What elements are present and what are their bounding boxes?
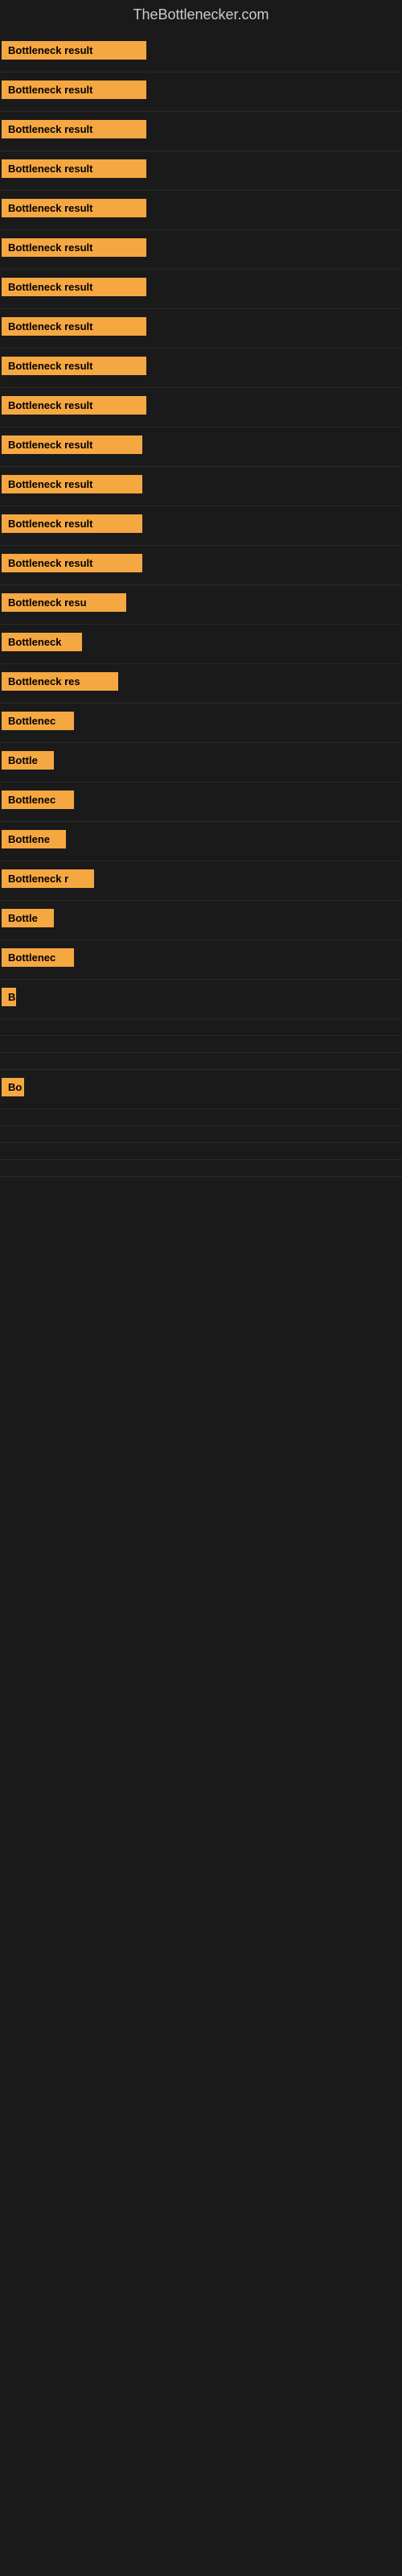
list-item: Bottleneck result (0, 309, 402, 349)
bottleneck-result-bar[interactable]: Bottleneck r (2, 869, 94, 888)
bottleneck-result-bar[interactable]: Bottleneck result (2, 396, 146, 415)
bottleneck-result-bar[interactable]: Bottle (2, 909, 54, 927)
list-item: B (0, 980, 402, 1019)
bottleneck-result-bar[interactable]: Bottleneck result (2, 238, 146, 257)
bottleneck-result-bar[interactable]: Bottlene (2, 830, 66, 848)
list-item: Bottleneck result (0, 546, 402, 585)
list-item (0, 1036, 402, 1053)
list-item: Bottlene (0, 822, 402, 861)
list-item: Bottleneck result (0, 349, 402, 388)
bottleneck-result-bar[interactable]: Bottleneck result (2, 475, 142, 493)
bottleneck-result-bar[interactable]: Bottleneck result (2, 514, 142, 533)
list-item: Bo (0, 1070, 402, 1109)
bottleneck-result-bar[interactable]: Bottleneck result (2, 80, 146, 99)
list-item: Bottleneck result (0, 112, 402, 151)
list-item: Bottle (0, 743, 402, 782)
bottleneck-result-bar[interactable]: Bottleneck result (2, 436, 142, 454)
bottleneck-result-bar[interactable]: Bottleneck result (2, 199, 146, 217)
list-item: Bottleneck result (0, 270, 402, 309)
list-item: Bottleneck result (0, 467, 402, 506)
bottleneck-result-bar[interactable]: Bottleneck result (2, 278, 146, 296)
list-item: Bottleneck result (0, 388, 402, 427)
list-item: Bottlenec (0, 940, 402, 980)
bottleneck-result-bar[interactable]: Bottleneck result (2, 41, 146, 60)
list-item (0, 1019, 402, 1036)
bottleneck-result-bar[interactable]: Bottle (2, 751, 54, 770)
bottleneck-result-bar[interactable]: Bottleneck result (2, 554, 142, 572)
list-item: Bottleneck (0, 625, 402, 664)
list-item: Bottleneck result (0, 427, 402, 467)
bottleneck-result-bar[interactable]: Bottleneck resu (2, 593, 126, 612)
site-title-text: TheBottlenecker.com (133, 6, 269, 23)
list-item (0, 1053, 402, 1070)
list-item (0, 1143, 402, 1160)
bottleneck-result-bar[interactable]: Bottleneck res (2, 672, 118, 691)
list-item: Bottlenec (0, 704, 402, 743)
bottleneck-result-bar[interactable]: B (2, 988, 16, 1006)
list-item: Bottleneck resu (0, 585, 402, 625)
bottleneck-result-bar[interactable]: Bottleneck result (2, 357, 146, 375)
bottleneck-result-bar[interactable]: Bottleneck result (2, 317, 146, 336)
list-item (0, 1160, 402, 1177)
bottleneck-result-bar[interactable]: Bo (2, 1078, 24, 1096)
list-item: Bottleneck result (0, 151, 402, 191)
list-item (0, 1109, 402, 1126)
list-item: Bottleneck result (0, 230, 402, 270)
list-item (0, 1126, 402, 1143)
bottleneck-result-bar[interactable]: Bottleneck result (2, 120, 146, 138)
bottleneck-result-bar[interactable]: Bottlenec (2, 791, 74, 809)
bottleneck-result-bar[interactable]: Bottleneck (2, 633, 82, 651)
list-item: Bottleneck result (0, 72, 402, 112)
list-item: Bottleneck res (0, 664, 402, 704)
bottleneck-result-bar[interactable]: Bottlenec (2, 948, 74, 967)
bottleneck-result-bar[interactable]: Bottlenec (2, 712, 74, 730)
list-item: Bottleneck r (0, 861, 402, 901)
bottleneck-result-bar[interactable]: Bottleneck result (2, 159, 146, 178)
list-item: Bottleneck result (0, 191, 402, 230)
list-item: Bottlenec (0, 782, 402, 822)
site-title: TheBottlenecker.com (0, 0, 402, 33)
list-item: Bottleneck result (0, 33, 402, 72)
list-item: Bottleneck result (0, 506, 402, 546)
list-item: Bottle (0, 901, 402, 940)
